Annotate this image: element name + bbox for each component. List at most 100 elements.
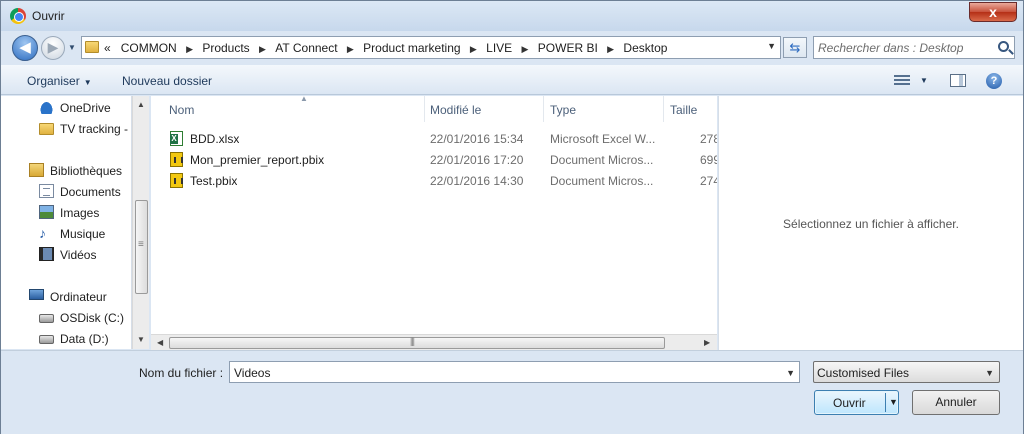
nav-item-label: Data (D:) — [60, 332, 109, 346]
address-bar[interactable]: « COMMON ▶ Products ▶ AT Connect ▶ Produ… — [81, 36, 781, 59]
scroll-up-arrow-icon[interactable]: ▲ — [137, 100, 145, 109]
scrollbar-thumb[interactable] — [169, 336, 665, 349]
nav-item-images[interactable]: Images — [1, 202, 131, 222]
navigation-pane-scrollbar[interactable]: ▲ ▼ — [132, 96, 149, 349]
chrome-app-icon — [10, 8, 26, 24]
breadcrumb-item-desktop[interactable]: Desktop — [623, 41, 667, 55]
open-button[interactable]: Ouvrir ▼ — [814, 390, 899, 415]
column-header-modified[interactable]: Modifié le — [424, 96, 544, 122]
nav-item-label: Ordinateur — [50, 290, 107, 304]
nav-item-osdisk-c[interactable]: OSDisk (C:) — [1, 307, 131, 327]
breadcrumb-overflow[interactable]: « — [104, 41, 111, 55]
breadcrumb-item-product-marketing[interactable]: Product marketing — [363, 41, 460, 55]
navigation-bar: ◀ ▶ ▼ « COMMON ▶ Products ▶ AT Connect ▶… — [1, 31, 1023, 63]
forward-button[interactable]: ▶ — [41, 36, 65, 60]
nav-item-computer[interactable]: Ordinateur — [1, 286, 131, 306]
cancel-button[interactable]: Annuler — [912, 390, 1000, 415]
filename-input[interactable] — [234, 365, 774, 380]
nav-item-libraries[interactable]: Bibliothèques — [1, 160, 131, 180]
nav-item-music[interactable]: ♪ Musique — [1, 223, 131, 243]
window-title: Ouvrir — [32, 9, 65, 23]
file-type: Document Micros... — [550, 153, 654, 167]
nav-item-label: TV tracking - — [60, 122, 132, 136]
file-row[interactable]: BDD.xlsx 22/01/2016 15:34 Microsoft Exce… — [151, 128, 717, 149]
chevron-right-icon[interactable]: ▶ — [607, 44, 614, 55]
music-icon: ♪ — [39, 225, 46, 241]
chevron-down-icon: ▼ — [985, 368, 994, 378]
new-folder-button[interactable]: Nouveau dossier — [122, 74, 212, 88]
folder-icon — [39, 123, 54, 135]
file-type: Microsoft Excel W... — [550, 132, 656, 146]
file-row[interactable]: Mon_premier_report.pbix 22/01/2016 17:20… — [151, 149, 717, 170]
disk-icon — [39, 335, 54, 344]
address-dropdown-button[interactable]: ▼ — [767, 41, 776, 51]
breadcrumb: « COMMON ▶ Products ▶ AT Connect ▶ Produ… — [104, 41, 667, 55]
nav-item-videos[interactable]: Vidéos — [1, 244, 131, 264]
recent-pages-button[interactable]: ▼ — [66, 42, 78, 54]
close-button[interactable]: x — [969, 2, 1017, 22]
scroll-right-arrow-icon[interactable]: ▶ — [704, 338, 710, 347]
dialog-footer: Nom du fichier : ▼ Customised Files ▼ Ou… — [1, 350, 1023, 434]
chevron-right-icon[interactable]: ▶ — [522, 44, 529, 55]
file-type: Document Micros... — [550, 174, 654, 188]
view-options-icon[interactable] — [894, 73, 910, 86]
nav-item-label: Images — [60, 206, 100, 220]
file-size: 278 — [700, 132, 717, 146]
file-list-horizontal-scrollbar[interactable]: ◀ ▶ — [151, 334, 717, 350]
help-icon[interactable]: ? — [986, 73, 1002, 89]
breadcrumb-item-at-connect[interactable]: AT Connect — [275, 41, 337, 55]
organise-label: Organiser — [27, 74, 80, 88]
filename-combobox: ▼ — [229, 361, 800, 383]
videos-icon — [39, 247, 54, 261]
scroll-down-arrow-icon[interactable]: ▼ — [137, 335, 145, 344]
scrollbar-thumb[interactable] — [135, 200, 148, 294]
libraries-icon — [29, 163, 44, 177]
nav-item-label: Documents — [60, 185, 121, 199]
column-header-type[interactable]: Type — [544, 96, 664, 122]
column-header-size[interactable]: Taille — [664, 96, 717, 122]
images-icon — [39, 205, 54, 219]
sort-ascending-icon: ▲ — [300, 96, 308, 103]
file-size: 699 — [700, 153, 717, 167]
chevron-right-icon[interactable]: ▶ — [259, 44, 266, 55]
chevron-right-icon[interactable]: ▶ — [470, 44, 477, 55]
onedrive-cloud-icon — [39, 100, 54, 114]
search-input[interactable] — [818, 40, 990, 55]
file-row[interactable]: Test.pbix 22/01/2016 14:30 Document Micr… — [151, 170, 717, 191]
navigation-pane: OneDrive TV tracking - Bibliothèques Doc… — [1, 96, 132, 349]
nav-item-label: OneDrive — [60, 101, 111, 115]
back-button[interactable]: ◀ — [12, 35, 38, 61]
nav-item-label: Bibliothèques — [50, 164, 123, 178]
nav-item-onedrive[interactable]: OneDrive — [1, 97, 131, 117]
breadcrumb-item-power-bi[interactable]: POWER BI — [538, 41, 598, 55]
nav-item-label: Vidéos — [60, 248, 97, 262]
search-icon[interactable] — [998, 41, 1009, 52]
open-button-label: Ouvrir — [833, 396, 866, 410]
breadcrumb-item-live[interactable]: LIVE — [486, 41, 512, 55]
search-box — [813, 36, 1015, 59]
filename-dropdown-button[interactable]: ▼ — [786, 368, 795, 378]
open-options-dropdown[interactable]: ▼ — [889, 397, 898, 407]
preview-pane: Sélectionnez un fichier à afficher. — [718, 96, 1023, 350]
column-header-label: Nom — [169, 103, 195, 117]
view-options-dropdown[interactable]: ▼ — [920, 76, 928, 85]
filename-label: Nom du fichier : — [139, 366, 224, 380]
title-bar: Ouvrir x — [1, 1, 1023, 31]
breadcrumb-item-common[interactable]: COMMON — [121, 41, 177, 55]
breadcrumb-item-products[interactable]: Products — [202, 41, 249, 55]
preview-pane-toggle-icon[interactable] — [950, 74, 966, 87]
file-type-filter-value: Customised Files — [817, 366, 910, 380]
nav-item-tv-tracking[interactable]: TV tracking - — [1, 118, 132, 138]
chevron-right-icon[interactable]: ▶ — [347, 44, 354, 55]
file-modified: 22/01/2016 14:30 — [430, 174, 524, 188]
nav-item-documents[interactable]: Documents — [1, 181, 131, 201]
refresh-button[interactable]: ⇆ — [783, 37, 807, 58]
nav-item-data-d[interactable]: Data (D:) — [1, 328, 131, 348]
scroll-left-arrow-icon[interactable]: ◀ — [157, 338, 163, 347]
file-modified: 22/01/2016 15:34 — [430, 132, 524, 146]
column-header-name[interactable]: ▲ Nom — [163, 96, 425, 122]
open-file-dialog: Ouvrir x ◀ ▶ ▼ « COMMON ▶ Products ▶ AT … — [0, 0, 1024, 434]
organise-menu-button[interactable]: Organiser ▼ — [27, 74, 92, 88]
file-type-filter-select[interactable]: Customised Files ▼ — [813, 361, 1000, 383]
chevron-right-icon[interactable]: ▶ — [186, 44, 193, 55]
